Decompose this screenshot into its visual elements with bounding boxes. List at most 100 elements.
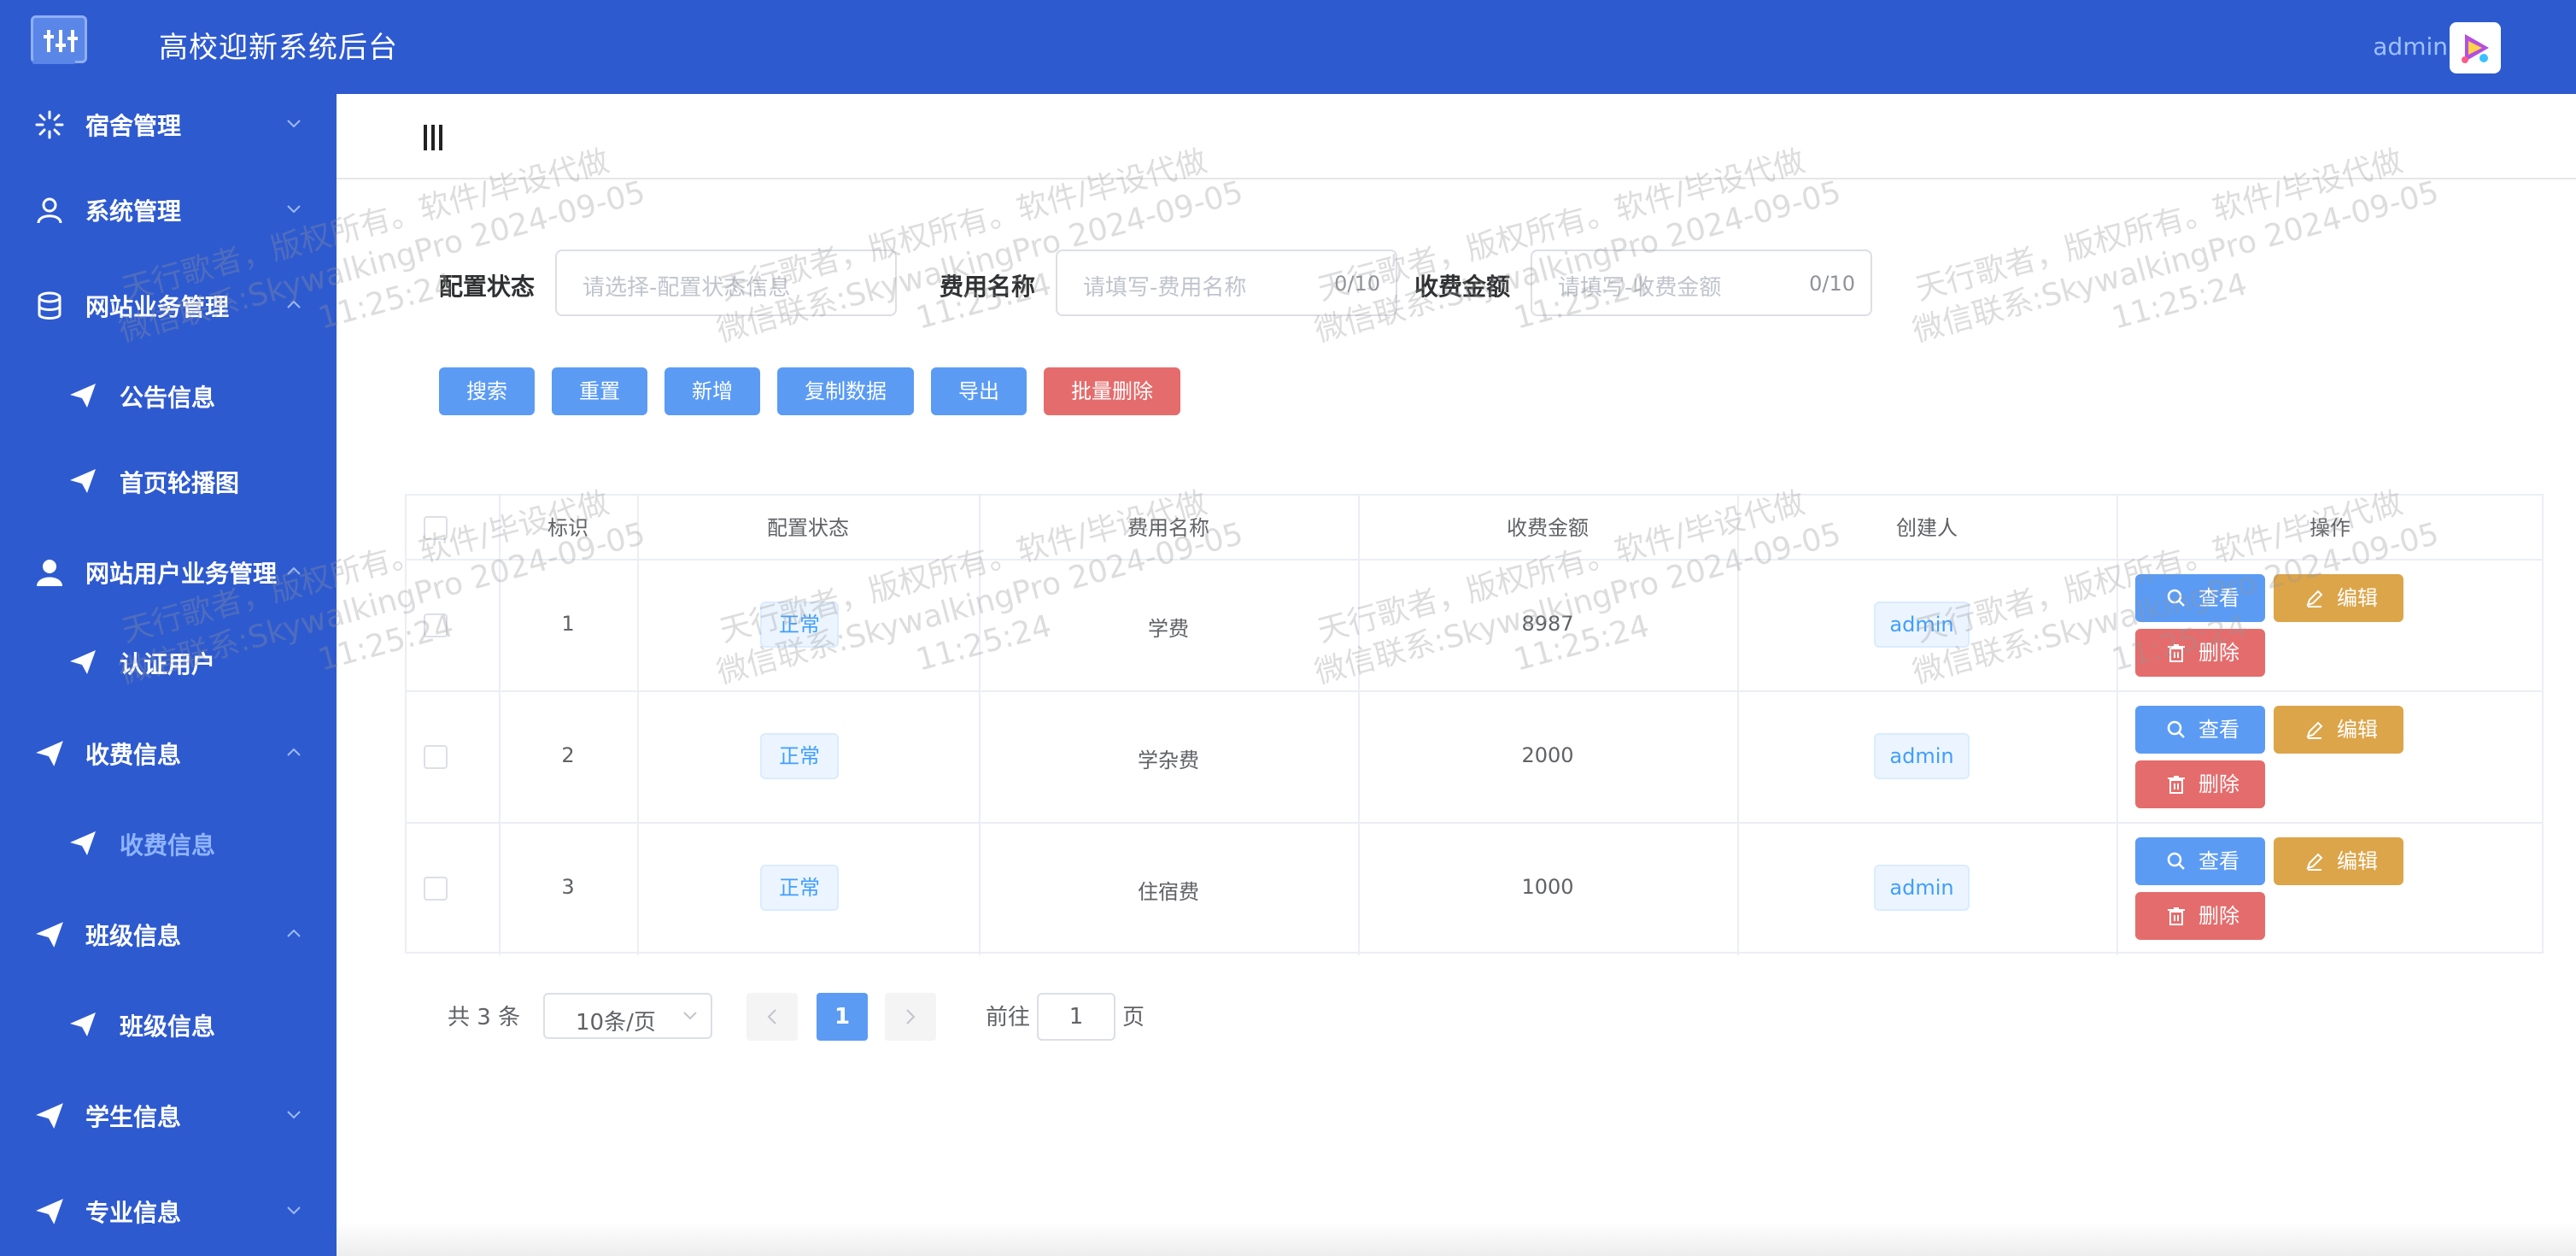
column-header-amount[interactable]: 收费金额 (1358, 496, 1737, 561)
fee-name-char-count: 0/10 (1334, 272, 1380, 296)
chevron-down-icon (287, 1206, 301, 1215)
paper-plane-icon (70, 469, 96, 493)
row-divider (407, 690, 2542, 692)
sidebar-item-label: 公告信息 (120, 384, 216, 412)
select-all-checkbox[interactable] (424, 516, 448, 540)
batch-delete-button[interactable]: 批量删除 (1044, 367, 1180, 415)
cell-id: 1 (561, 612, 575, 636)
cell-id: 2 (561, 743, 575, 767)
sidebar-item-majors[interactable]: 专业信息 (0, 1167, 337, 1253)
app-header: 高校迎新系统后台 admin (0, 0, 2576, 94)
column-header-status[interactable]: 配置状态 (637, 496, 979, 561)
logo-underline (32, 60, 75, 64)
column-header-name[interactable]: 费用名称 (979, 496, 1358, 561)
next-page-button[interactable] (885, 993, 936, 1041)
amount-filter-label: 收费金额 (1414, 273, 1511, 301)
watermark-line: 微信联系:SkywalkingPro 2024-09-05 (1909, 174, 2443, 349)
cell-fee-name: 学费 (1148, 617, 1189, 641)
paper-plane-icon (70, 831, 96, 855)
prev-page-button[interactable] (746, 993, 798, 1041)
page-number-current[interactable]: 1 (817, 993, 868, 1041)
sidebar-item-class[interactable]: 班级信息 (0, 981, 337, 1066)
sidebar-item-carousel[interactable]: 首页轮播图 (0, 437, 337, 523)
sidebar-item-verified-users[interactable]: 认证用户 (0, 619, 337, 704)
cell-fee-amount: 8987 (1521, 612, 1574, 636)
view-button-label: 查看 (2198, 586, 2239, 610)
paper-plane-icon (70, 384, 96, 408)
status-select-placeholder: 请选择-配置状态信息 (583, 275, 791, 301)
column-header-id[interactable]: 标识 (499, 496, 637, 561)
view-button[interactable]: 查看 (2135, 837, 2265, 885)
app-title: 高校迎新系统后台 (159, 31, 398, 65)
column-header-creator[interactable]: 创建人 (1737, 496, 2116, 561)
delete-button[interactable]: 删除 (2135, 760, 2265, 808)
chevron-up-icon (287, 748, 301, 756)
chevron-down-icon (683, 1012, 697, 1020)
sidebar-item-fees-group[interactable]: 收费信息 (0, 709, 337, 795)
chevron-down-icon (287, 120, 301, 128)
edit-button[interactable]: 编辑 (2274, 574, 2403, 622)
sidebar-item-class-group[interactable]: 班级信息 (0, 890, 337, 976)
trash-icon (2168, 907, 2185, 925)
row-checkbox[interactable] (424, 745, 448, 769)
delete-button-label: 删除 (2198, 904, 2239, 928)
delete-button[interactable]: 删除 (2135, 892, 2265, 940)
cell-fee-amount: 2000 (1521, 743, 1574, 767)
goto-page-input[interactable]: 1 (1037, 993, 1115, 1041)
sidebar-item-site-business[interactable]: 网站业务管理 (0, 261, 337, 347)
chevron-right-icon (906, 1009, 916, 1024)
edit-button-label: 编辑 (2337, 849, 2378, 873)
view-button[interactable]: 查看 (2135, 574, 2265, 622)
export-button[interactable]: 导出 (931, 367, 1027, 415)
fee-amount-placeholder: 请填写-收费金额 (1558, 275, 1722, 301)
edit-button[interactable]: 编辑 (2274, 706, 2403, 754)
sidebar-item-system[interactable]: 系统管理 (0, 166, 337, 251)
sidebar-item-label: 学生信息 (85, 1103, 182, 1131)
column-divider (637, 496, 639, 955)
chevron-down-icon (287, 205, 301, 214)
reset-button[interactable]: 重置 (552, 367, 647, 415)
page-size-select[interactable]: 10条/页 (543, 993, 712, 1039)
add-button[interactable]: 新增 (664, 367, 760, 415)
row-divider (407, 822, 2542, 824)
cell-fee-name: 住宿费 (1138, 880, 1199, 904)
row-checkbox[interactable] (424, 877, 448, 901)
sidebar-item-notice[interactable]: 公告信息 (0, 352, 337, 437)
paper-plane-icon (36, 1103, 63, 1129)
fee-name-placeholder: 请填写-费用名称 (1083, 275, 1247, 301)
sidebar-item-label: 班级信息 (85, 922, 182, 950)
sidebar-item-fees[interactable]: 收费信息 (0, 800, 337, 885)
name-filter-label: 费用名称 (940, 273, 1036, 301)
edit-icon (2306, 590, 2323, 607)
user-name[interactable]: admin (2373, 32, 2448, 61)
sidebar-item-site-users[interactable]: 网站用户业务管理 (0, 528, 337, 613)
sidebar-item-students[interactable]: 学生信息 (0, 1071, 337, 1157)
cell-fee-name: 学杂费 (1138, 748, 1199, 772)
paper-plane-icon (70, 1012, 96, 1036)
content-topbar (337, 94, 2576, 179)
sidebar-item-dormitory[interactable]: 宿舍管理 (0, 80, 337, 166)
status-select[interactable]: 请选择-配置状态信息 (555, 249, 897, 316)
view-button[interactable]: 查看 (2135, 706, 2265, 754)
sidebar-item-label: 班级信息 (120, 1012, 216, 1041)
row-checkbox[interactable] (424, 613, 448, 637)
edit-icon (2306, 721, 2323, 739)
sidebar-item-label: 宿舍管理 (85, 112, 182, 140)
delete-button-label: 删除 (2198, 772, 2239, 796)
fee-amount-input[interactable]: 请填写-收费金额 0/10 (1531, 249, 1872, 316)
view-button-label: 查看 (2198, 718, 2239, 742)
chevron-left-icon (767, 1009, 776, 1024)
search-button[interactable]: 搜索 (439, 367, 535, 415)
status-badge: 正常 (760, 602, 839, 648)
search-icon (2167, 720, 2185, 738)
goto-label: 前往 (986, 1005, 1031, 1030)
creator-badge: admin (1874, 602, 1970, 648)
watermark-line: 11:25:24 (2108, 267, 2251, 337)
delete-button[interactable]: 删除 (2135, 629, 2265, 677)
edit-button[interactable]: 编辑 (2274, 837, 2403, 885)
copy-data-button[interactable]: 复制数据 (777, 367, 914, 415)
collapse-menu-icon[interactable] (422, 125, 444, 150)
fee-name-input[interactable]: 请填写-费用名称 0/10 (1056, 249, 1397, 316)
creator-badge: admin (1874, 733, 1970, 779)
avatar[interactable] (2450, 22, 2501, 73)
